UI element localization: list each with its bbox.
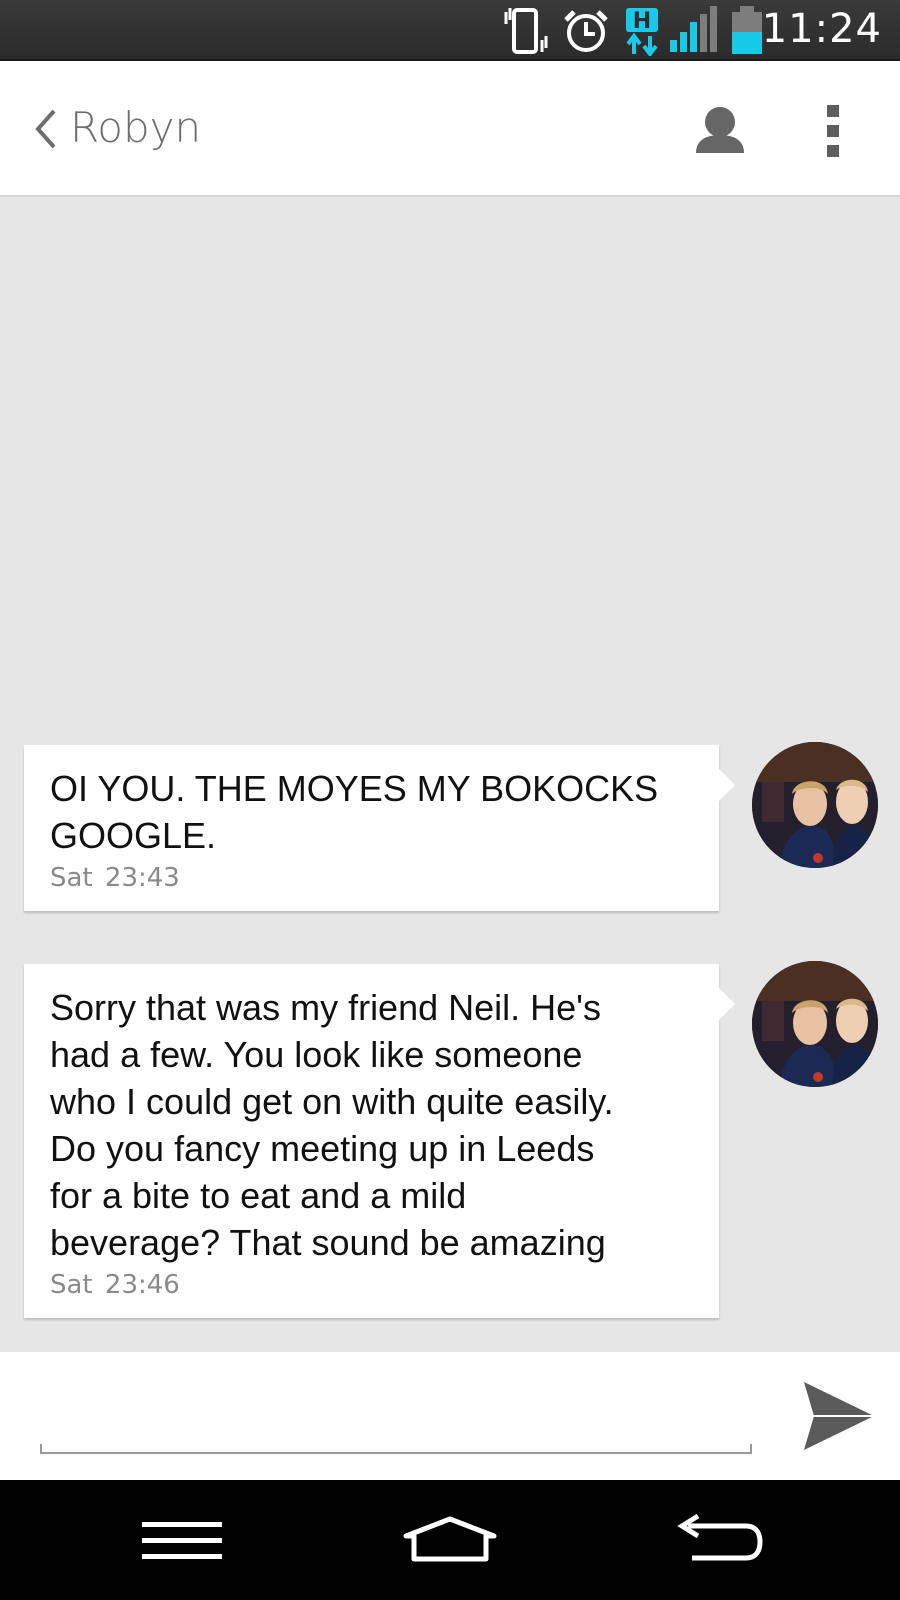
input-underline [40,1444,752,1454]
sender-avatar[interactable] [752,961,878,1087]
signal-icon [670,6,717,52]
vibrate-icon [504,8,548,54]
status-bar: H 11:24 [0,0,900,61]
overflow-menu-icon[interactable] [826,105,840,157]
message-list[interactable]: OI YOU. THE MOYES MY BOKOCKS GOOGLE. Sat… [0,197,900,1352]
back-icon[interactable] [674,1514,764,1566]
alarm-icon [564,10,608,52]
contact-person-icon[interactable] [694,105,746,155]
avatar-photo-icon [752,961,878,1087]
menu-icon[interactable] [142,1522,222,1560]
message-text: Sorry that was my friend Neil. He's had … [50,987,614,1263]
status-clock: 11:24 [761,6,882,52]
battery-icon [732,6,762,54]
message-input[interactable] [40,1382,756,1434]
message-bubble[interactable]: Sorry that was my friend Neil. He's had … [24,964,735,1318]
send-icon[interactable] [802,1380,876,1452]
message-composer [0,1352,900,1480]
message-bubble[interactable]: OI YOU. THE MOYES MY BOKOCKS GOOGLE. Sat… [24,745,735,911]
conversation-header: Robyn [0,61,900,197]
back-chevron-icon[interactable] [34,109,58,149]
svg-text:H: H [633,9,651,34]
contact-name[interactable]: Robyn [70,103,201,152]
home-icon[interactable] [402,1516,498,1562]
message-timestamp: Sat 23:43 [50,863,180,893]
sender-avatar[interactable] [752,742,878,868]
message-text: OI YOU. THE MOYES MY BOKOCKS GOOGLE. [50,768,659,856]
message-timestamp: Sat 23:46 [50,1270,180,1300]
navigation-bar [0,1480,900,1600]
hspa-data-icon: H [626,8,658,56]
avatar-photo-icon [752,742,878,868]
